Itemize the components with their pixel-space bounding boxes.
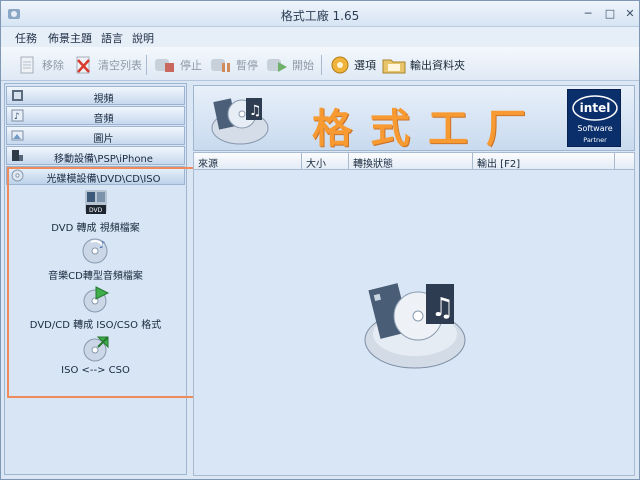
folder-icon [382, 59, 406, 74]
remove-button[interactable]: 移除 [17, 53, 64, 77]
start-icon [267, 59, 287, 72]
options-label: 選項 [354, 59, 376, 72]
task-list[interactable]: ♫ [193, 170, 635, 476]
app-logo-icon: ♫ [211, 98, 269, 145]
stop-button[interactable]: 停止 [153, 53, 202, 77]
svg-text:♫: ♫ [249, 103, 262, 119]
partner-text: Partner [583, 136, 607, 144]
clear-list-label: 清空列表 [98, 59, 142, 72]
app-window: 格式工廠 1.65 ─ □ ✕ 任務 佈景主題 語言 說明 移除 清空列表 停止… [0, 0, 640, 480]
pause-icon [211, 59, 230, 72]
menu-tasks[interactable]: 任務 [15, 30, 37, 46]
music-icon: ♪ [11, 109, 24, 122]
clear-list-icon [76, 56, 90, 74]
column-divider [614, 153, 615, 169]
stop-label: 停止 [180, 59, 202, 72]
picture-icon [11, 130, 24, 141]
video-icon [12, 90, 23, 101]
category-video[interactable]: 視頻 [6, 86, 185, 105]
category-label: 移動設備\PSP\iPhone [54, 154, 153, 165]
intel-text: intel [580, 101, 611, 115]
output-folder-button[interactable]: 輸出資料夾 [381, 53, 465, 77]
pause-button[interactable]: 暫停 [209, 53, 258, 77]
window-title: 格式工廠 1.65 [280, 9, 360, 23]
column-source[interactable]: 來源 [194, 155, 218, 170]
menu-language[interactable]: 語言 [101, 30, 123, 46]
column-status[interactable]: 轉換狀態 [349, 155, 393, 170]
center-logo-icon: ♫ [364, 283, 466, 369]
maximize-button[interactable]: □ [601, 6, 619, 22]
start-button[interactable]: 開始 [265, 53, 314, 77]
title-bar: 格式工廠 1.65 ─ □ ✕ [1, 1, 639, 27]
category-label: 圖片 [93, 134, 114, 145]
minimize-button[interactable]: ─ [579, 6, 597, 22]
remove-label: 移除 [42, 59, 64, 72]
pause-label: 暫停 [236, 59, 258, 72]
remove-icon [20, 56, 34, 74]
category-mobile[interactable]: 移動設備\PSP\iPhone [6, 146, 185, 165]
highlight-annotation [7, 167, 197, 398]
banner: ♫ 格式工厂 intel Software Partner [193, 85, 635, 152]
toolbar-separator [146, 55, 147, 75]
banner-title: 格式工厂 [312, 105, 544, 152]
column-output[interactable]: 輸出 [F2] [473, 155, 520, 170]
menu-bar: 任務 佈景主題 語言 說明 [1, 27, 639, 47]
category-label: 音頻 [93, 114, 114, 125]
column-size[interactable]: 大小 [302, 155, 326, 170]
toolbar-separator [321, 55, 322, 75]
mobile-device-icon [12, 150, 23, 161]
category-audio[interactable]: ♪ 音頻 [6, 106, 185, 125]
clear-list-button[interactable]: 清空列表 [73, 53, 142, 77]
svg-text:♫: ♫ [431, 293, 454, 323]
menu-help[interactable]: 說明 [132, 30, 154, 46]
category-picture[interactable]: 圖片 [6, 126, 185, 145]
svg-text:♪: ♪ [14, 112, 20, 122]
software-text: Software [577, 124, 612, 133]
menu-skin[interactable]: 佈景主題 [48, 30, 92, 46]
output-folder-label: 輸出資料夾 [410, 59, 465, 72]
category-label: 視頻 [93, 94, 114, 105]
options-button[interactable]: 選項 [329, 53, 376, 77]
stop-icon [155, 59, 174, 72]
intel-partner-badge: intel Software Partner [567, 89, 621, 147]
close-button[interactable]: ✕ [621, 6, 639, 22]
toolbar: 移除 清空列表 停止 暫停 開始 選項 輸出資料夾 [1, 47, 639, 81]
gear-icon [331, 56, 349, 74]
task-list-header: 來源 大小 轉換狀態 輸出 [F2] [193, 152, 635, 170]
start-label: 開始 [292, 59, 314, 72]
